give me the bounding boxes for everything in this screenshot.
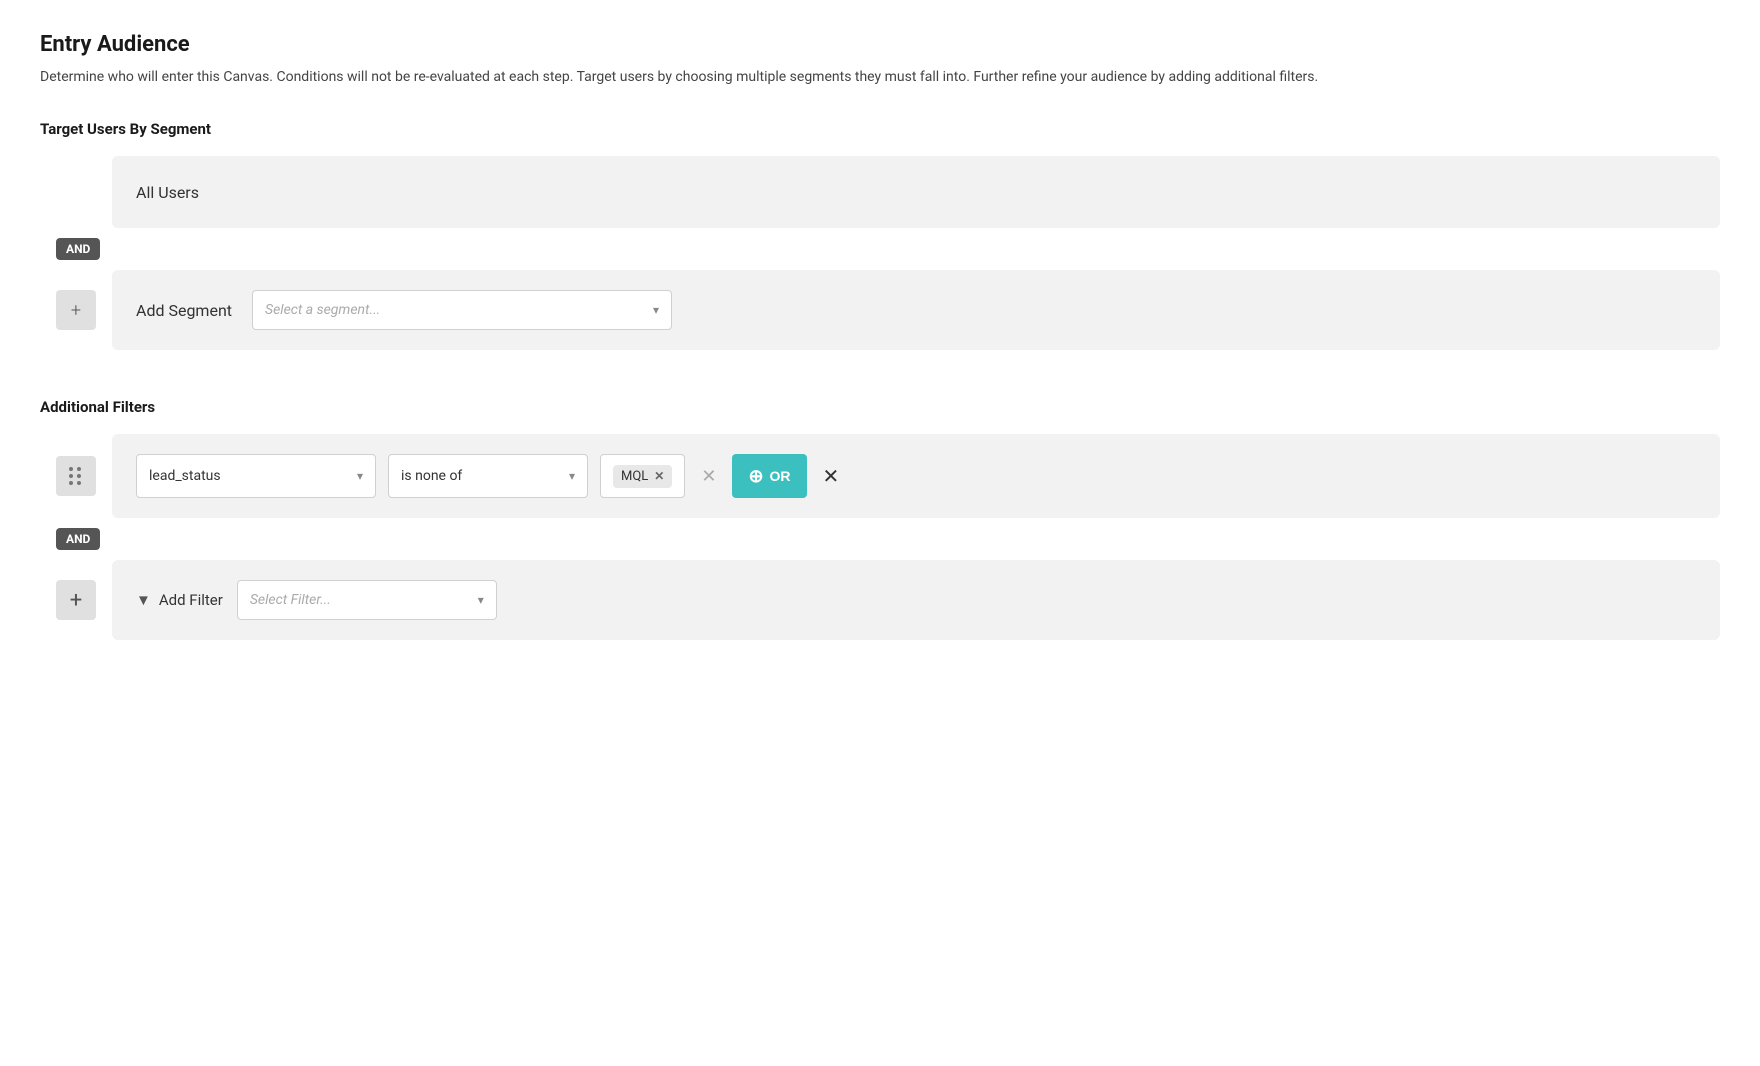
and-badge-2: AND <box>56 528 100 550</box>
condition-chevron-icon: ▾ <box>569 469 575 483</box>
add-segment-content: Add Segment Select a segment... ▾ <box>112 270 1720 350</box>
filter-clear-btn[interactable]: ✕ <box>697 466 720 487</box>
filter-condition-value: is none of <box>401 468 462 484</box>
drag-dots-bot <box>69 481 83 485</box>
filter-select-placeholder: Select Filter... <box>250 592 331 608</box>
segment-placeholder: Select a segment... <box>265 302 380 318</box>
filter-field-dropdown[interactable]: lead_status ▾ <box>136 454 376 498</box>
filter-row-content: lead_status ▾ is none of ▾ MQL ✕ ✕ <box>112 434 1720 518</box>
or-label: OR <box>770 468 791 484</box>
add-segment-left-handle: + <box>40 270 112 350</box>
field-chevron-icon: ▾ <box>357 469 363 483</box>
all-users-label: All Users <box>136 183 199 202</box>
filter-condition-dropdown[interactable]: is none of ▾ <box>388 454 588 498</box>
segments-section-title: Target Users By Segment <box>40 120 1720 138</box>
or-plus-icon: ⊕ <box>748 466 763 487</box>
all-users-left-handle <box>40 156 112 228</box>
dot-3 <box>69 474 73 478</box>
filter-field-value: lead_status <box>149 468 221 484</box>
all-users-row: All Users <box>40 156 1720 228</box>
filters-section-title: Additional Filters <box>40 398 1720 416</box>
drag-dots-mid <box>69 474 83 478</box>
add-filter-label: ▼ Add Filter <box>136 591 223 609</box>
page-title: Entry Audience <box>40 32 1720 57</box>
add-filter-plus-btn[interactable]: + <box>56 580 96 620</box>
drag-dots-top <box>69 467 83 471</box>
page-description: Determine who will enter this Canvas. Co… <box>40 67 1380 88</box>
filter-row-inner: lead_status ▾ is none of ▾ MQL ✕ ✕ <box>136 454 843 498</box>
and-connector-1: AND <box>40 228 1720 270</box>
tag-label: MQL <box>621 469 648 484</box>
segments-section: Target Users By Segment All Users AND + … <box>40 120 1720 350</box>
filter-funnel-icon: ▼ <box>136 591 151 609</box>
filters-section: Additional Filters <box>40 398 1720 640</box>
add-segment-inner: Add Segment Select a segment... ▾ <box>136 290 672 330</box>
add-filter-inner: ▼ Add Filter Select Filter... ▾ <box>136 580 497 620</box>
filter-select-chevron-icon: ▾ <box>478 593 484 607</box>
drag-handle[interactable] <box>56 456 96 496</box>
dot-6 <box>77 481 81 485</box>
add-segment-row: + Add Segment Select a segment... ▾ <box>40 270 1720 350</box>
add-segment-plus-btn[interactable]: + <box>56 290 96 330</box>
mql-tag: MQL ✕ <box>613 465 672 488</box>
and-connector-2: AND <box>40 518 1720 560</box>
add-filter-row: + ▼ Add Filter Select Filter... ▾ <box>40 560 1720 640</box>
dot-2 <box>77 467 81 471</box>
segment-dropdown[interactable]: Select a segment... ▾ <box>252 290 672 330</box>
filter-row: lead_status ▾ is none of ▾ MQL ✕ ✕ <box>40 434 1720 518</box>
and-badge-1: AND <box>56 238 100 260</box>
dot-4 <box>77 474 81 478</box>
filter-left-handle <box>40 434 112 518</box>
tag-remove-btn[interactable]: ✕ <box>654 469 664 483</box>
dot-5 <box>69 481 73 485</box>
filter-value-area[interactable]: MQL ✕ <box>600 454 685 498</box>
dot-1 <box>69 467 73 471</box>
or-button[interactable]: ⊕ OR <box>732 454 806 498</box>
add-segment-label: Add Segment <box>136 301 232 320</box>
chevron-down-icon: ▾ <box>653 303 659 317</box>
add-filter-left-handle: + <box>40 560 112 640</box>
filter-delete-btn[interactable]: ✕ <box>819 464 844 488</box>
all-users-content: All Users <box>112 156 1720 228</box>
filter-select-dropdown[interactable]: Select Filter... ▾ <box>237 580 497 620</box>
add-filter-content: ▼ Add Filter Select Filter... ▾ <box>112 560 1720 640</box>
